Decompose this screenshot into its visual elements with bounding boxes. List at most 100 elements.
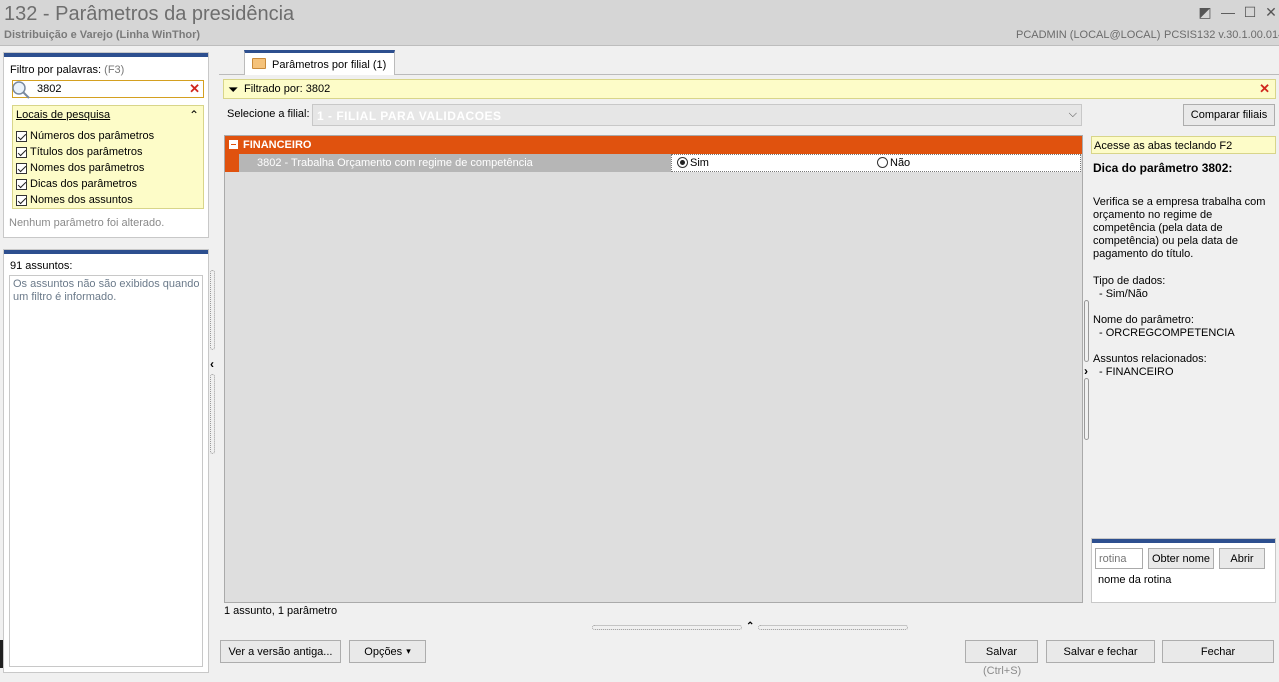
get-name-button[interactable]: Obter nome — [1148, 548, 1214, 569]
parameter-value-cell[interactable]: Sim Não — [671, 154, 1081, 172]
routine-name: nome da rotina — [1098, 574, 1172, 586]
filter-input-box[interactable]: ✕ — [12, 80, 204, 99]
branch-select[interactable]: 1 - FILIAL PARA VALIDACOES ⌵ — [312, 104, 1082, 126]
old-version-button[interactable]: Ver a versão antiga... — [220, 640, 341, 663]
splitter-grip — [758, 625, 908, 630]
options-button[interactable]: Opções ▾ — [349, 640, 426, 663]
branch-value: 1 - FILIAL PARA VALIDACOES — [317, 109, 502, 123]
close-button[interactable]: Fechar — [1162, 640, 1274, 663]
filter-shortcut: (F3) — [104, 64, 125, 76]
tabs-hint-bar: Acesse as abas teclando F2 — [1091, 136, 1276, 154]
collapse-right-icon[interactable]: › — [1084, 364, 1088, 378]
tip-description: Verifica se a empresa trabalha com orçam… — [1093, 196, 1266, 260]
collapse-left-icon[interactable]: ‹ — [210, 357, 214, 371]
window-title: 132 - Parâmetros da presidência — [4, 3, 295, 25]
collapse-group-icon[interactable] — [229, 140, 238, 149]
splitter-grip — [1084, 378, 1089, 440]
param-name-label: Nome do parâmetro: — [1093, 314, 1194, 326]
panel-header-bar — [4, 53, 208, 57]
panel-header-bar — [4, 250, 208, 254]
funnel-icon: ⏷ — [228, 82, 239, 97]
search-icon — [12, 81, 30, 99]
related-subjects-label: Assuntos relacionados: — [1093, 353, 1207, 365]
radio-sim-label[interactable]: Sim — [690, 157, 709, 169]
row-marker — [225, 154, 239, 172]
search-places-box: Locais de pesquisa ⌃ Números dos parâmet… — [12, 105, 204, 209]
splitter-grip — [210, 270, 215, 350]
checkbox-icon[interactable] — [16, 162, 27, 174]
expand-up-icon[interactable]: ⌃ — [746, 621, 754, 632]
checkbox-parameter-titles[interactable]: Títulos dos parâmetros — [16, 144, 143, 160]
folder-icon — [252, 58, 266, 69]
search-places-title[interactable]: Locais de pesquisa — [16, 109, 110, 121]
filter-label: Filtro por palavras: (F3) — [10, 64, 124, 76]
left-splitter[interactable]: ‹ — [209, 270, 217, 458]
group-row[interactable]: FINANCEIRO — [225, 136, 1082, 154]
param-name-value: - ORCREGCOMPETENCIA — [1099, 327, 1235, 339]
title-bar: 132 - Parâmetros da presidência Distribu… — [0, 0, 1279, 46]
filter-bar: ⏷ Filtrado por: 3802 ✕ — [223, 79, 1276, 99]
options-label: Opções — [364, 645, 403, 658]
subjects-count: 91 assuntos: — [10, 260, 73, 272]
grid-status: 1 assunto, 1 parâmetro — [224, 605, 338, 617]
bottom-splitter[interactable]: ⌃ — [592, 621, 910, 632]
close-icon[interactable]: ✕ — [1262, 3, 1279, 21]
tabs-hint: Acesse as abas teclando F2 — [1094, 140, 1233, 152]
group-label: FINANCEIRO — [243, 139, 312, 151]
splitter-grip — [592, 625, 742, 630]
tab-parameters-by-branch[interactable]: Parâmetros por filial (1) — [244, 50, 395, 75]
filter-panel: Filtro por palavras: (F3) ✕ Locais de pe… — [3, 52, 209, 238]
compare-branches-button[interactable]: Comparar filiais — [1183, 104, 1275, 126]
parameter-name-cell[interactable]: 3802 - Trabalha Orçamento com regime de … — [239, 154, 671, 172]
splitter-grip — [1084, 300, 1089, 362]
panel-header-bar — [1092, 539, 1275, 543]
minimize-icon[interactable]: — — [1219, 3, 1237, 21]
collapse-icon[interactable]: ⌃ — [189, 108, 199, 122]
checkbox-parameter-numbers[interactable]: Números dos parâmetros — [16, 128, 154, 144]
subjects-list[interactable]: Os assuntos não são exibidos quando um f… — [9, 275, 203, 667]
open-button[interactable]: Abrir — [1219, 548, 1265, 569]
window-edge — [0, 640, 3, 668]
data-type-value: - Sim/Não — [1099, 288, 1148, 300]
window-subtitle: Distribuição e Varejo (Linha WinThor) — [4, 29, 201, 41]
restore-icon[interactable]: ◩ — [1196, 3, 1214, 21]
dropdown-arrow-icon: ▾ — [406, 646, 411, 656]
checkbox-icon[interactable] — [16, 194, 27, 206]
checkbox-icon[interactable] — [16, 178, 27, 190]
checkbox-parameter-names[interactable]: Nomes dos parâmetros — [16, 160, 144, 176]
radio-nao[interactable] — [877, 157, 888, 168]
tab-label: Parâmetros por filial (1) — [272, 59, 387, 71]
radio-sim[interactable] — [677, 157, 688, 168]
subjects-message: Os assuntos não são exibidos quando um f… — [13, 278, 200, 303]
checkbox-icon[interactable] — [16, 130, 27, 142]
radio-nao-label[interactable]: Não — [890, 157, 910, 169]
routine-panel: Obter nome Abrir nome da rotina — [1091, 538, 1276, 603]
clear-filter-icon[interactable]: ✕ — [189, 81, 200, 97]
old-version-label: Ver a versão antiga... — [228, 645, 333, 658]
checkbox-parameter-tips[interactable]: Dicas dos parâmetros — [16, 176, 137, 192]
data-type-label: Tipo de dados: — [1093, 275, 1166, 287]
checkbox-subject-names[interactable]: Nomes dos assuntos — [16, 192, 133, 208]
filter-label-text: Filtro por palavras: — [10, 64, 102, 76]
subjects-panel: 91 assuntos: Os assuntos não são exibido… — [3, 249, 209, 673]
filter-input[interactable] — [37, 82, 177, 96]
remove-filter-icon[interactable]: ✕ — [1259, 81, 1270, 97]
parameters-grid: FINANCEIRO 3802 - Trabalha Orçamento com… — [224, 135, 1083, 603]
maximize-icon[interactable]: ☐ — [1241, 3, 1259, 21]
checkbox-icon[interactable] — [16, 146, 27, 158]
user-info: PCADMIN (LOCAL@LOCAL) — [1016, 29, 1161, 41]
splitter-grip — [210, 374, 215, 454]
save-button[interactable]: Salvar — [965, 640, 1038, 663]
routine-input[interactable] — [1095, 548, 1143, 569]
chevron-down-icon[interactable]: ⌵ — [1069, 108, 1077, 121]
tip-title: Dica do parâmetro 3802: — [1093, 161, 1233, 175]
right-splitter[interactable]: › — [1083, 300, 1091, 440]
table-row[interactable]: 3802 - Trabalha Orçamento com regime de … — [225, 154, 1082, 172]
version-info: PCSIS132 v.30.1.00.014 — [1164, 29, 1279, 41]
save-shortcut: (Ctrl+S) — [983, 665, 1022, 677]
change-status: Nenhum parâmetro foi alterado. — [9, 217, 165, 229]
branch-label: Selecione a filial: — [227, 108, 310, 120]
related-subjects-value: - FINANCEIRO — [1099, 366, 1174, 378]
save-and-close-button[interactable]: Salvar e fechar — [1046, 640, 1155, 663]
parameter-name: 3802 - Trabalha Orçamento com regime de … — [257, 157, 533, 169]
